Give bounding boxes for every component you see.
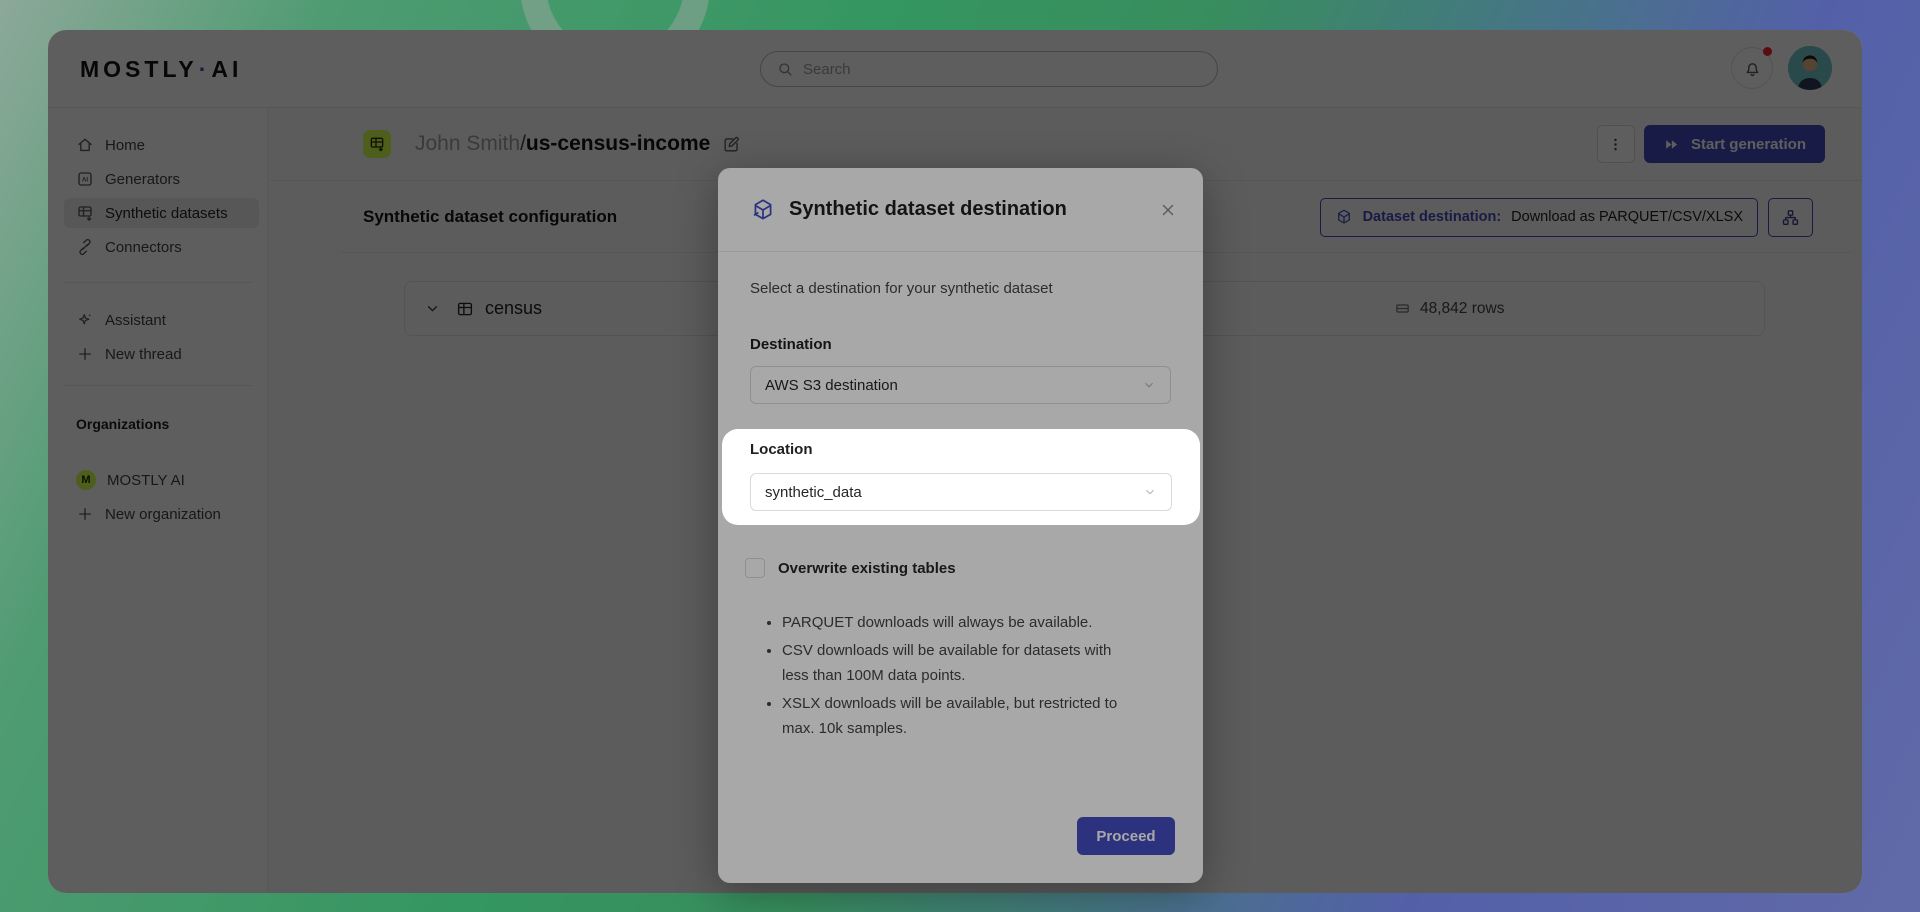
location-select[interactable]: synthetic_data [750,473,1172,511]
screen: MOSTLY·AI Hom [0,0,1920,912]
location-spotlight: Location synthetic_data [722,429,1200,525]
chevron-down-icon [1143,485,1157,499]
location-field-label: Location [750,441,813,458]
location-select-value: synthetic_data [765,484,862,501]
